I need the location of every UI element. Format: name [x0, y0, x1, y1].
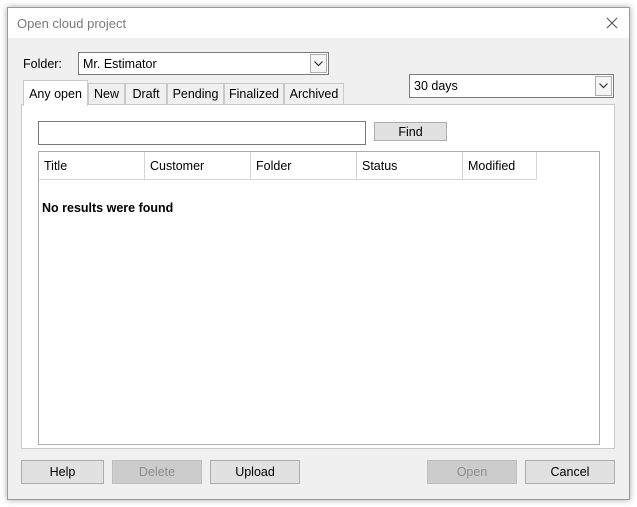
results-table[interactable]: Title Customer Folder Status Modified No… — [38, 151, 600, 445]
period-dropdown[interactable]: 30 days — [409, 74, 614, 98]
folder-dropdown-value: Mr. Estimator — [83, 56, 157, 71]
tab-label: Any open — [29, 86, 82, 101]
chevron-down-icon — [314, 60, 323, 66]
folder-dropdown-button[interactable] — [310, 54, 327, 73]
folder-dropdown[interactable]: Mr. Estimator — [78, 52, 329, 75]
column-header-status[interactable]: Status — [357, 152, 463, 180]
delete-button[interactable]: Delete — [112, 460, 202, 484]
open-cloud-project-dialog: Open cloud project Folder: Mr. Estimator… — [7, 7, 630, 500]
folder-label: Folder: — [23, 57, 62, 71]
help-button[interactable]: Help — [21, 460, 104, 484]
close-icon — [606, 17, 618, 29]
tab-pending[interactable]: Pending — [167, 83, 224, 104]
tab-archived[interactable]: Archived — [284, 83, 344, 104]
tab-new[interactable]: New — [88, 83, 125, 104]
column-header-title[interactable]: Title — [39, 152, 145, 180]
tab-draft[interactable]: Draft — [125, 83, 167, 104]
tab-label: New — [93, 87, 119, 101]
tab-label: Draft — [132, 87, 160, 101]
chevron-down-icon — [599, 83, 608, 89]
cancel-button[interactable]: Cancel — [525, 460, 615, 484]
column-header-folder[interactable]: Folder — [251, 152, 357, 180]
tab-finalized[interactable]: Finalized — [224, 83, 284, 104]
column-header-modified[interactable]: Modified — [463, 152, 537, 180]
tab-label: Finalized — [228, 87, 280, 101]
window-title: Open cloud project — [17, 16, 127, 31]
column-header-customer[interactable]: Customer — [145, 152, 251, 180]
title-bar: Open cloud project — [8, 8, 629, 38]
period-dropdown-button[interactable] — [595, 76, 612, 96]
empty-message: No results were found — [42, 201, 174, 215]
find-button[interactable]: Find — [374, 122, 447, 141]
open-button[interactable]: Open — [427, 460, 517, 484]
close-button[interactable] — [601, 12, 623, 34]
tab-any-open[interactable]: Any open — [23, 80, 88, 106]
search-input[interactable] — [38, 121, 366, 145]
tab-panel: Find Title Customer Folder Status Modifi… — [21, 104, 615, 449]
upload-button[interactable]: Upload — [210, 460, 300, 484]
period-dropdown-value: 30 days — [414, 79, 458, 93]
tab-label: Pending — [172, 87, 219, 101]
tab-label: Archived — [289, 87, 339, 101]
